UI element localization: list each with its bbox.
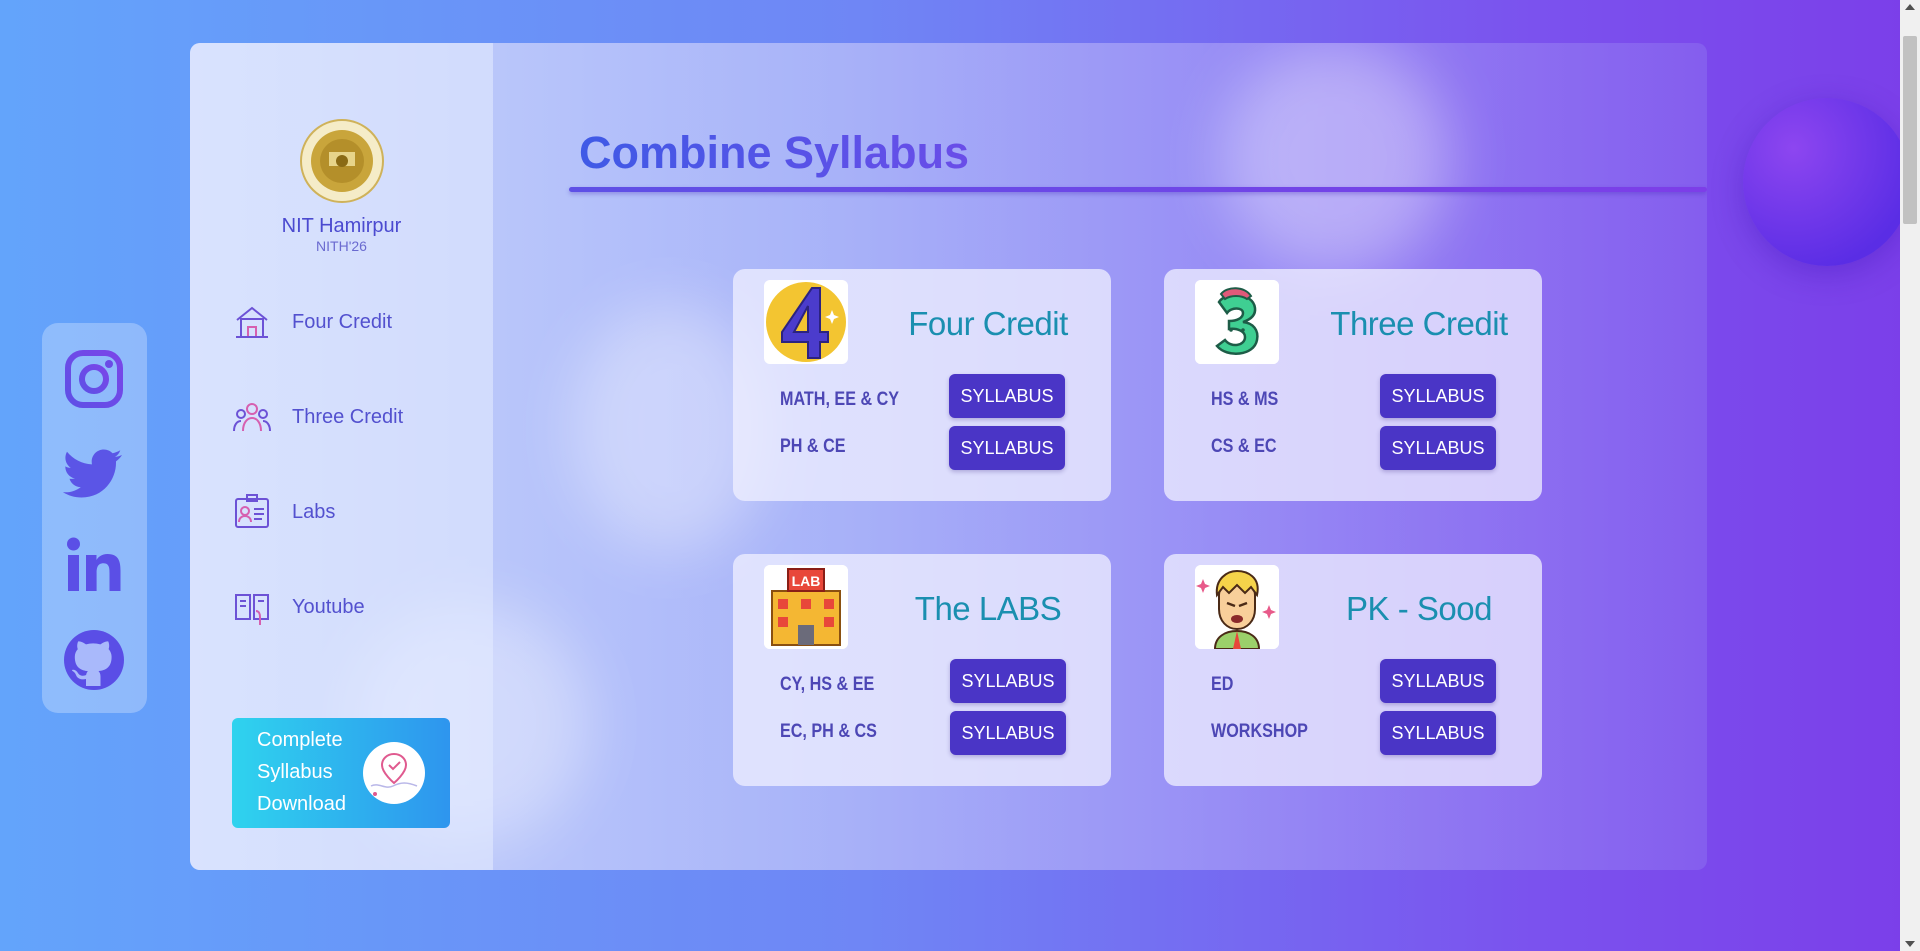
card-four-credit: Four Credit MATH, EE & CY SYLLABUS PH & … <box>733 269 1111 501</box>
syllabus-button[interactable]: SYLLABUS <box>950 711 1066 755</box>
card-three-credit: Three Credit HS & MS SYLLABUS CS & EC SY… <box>1164 269 1542 501</box>
page-title: Combine Syllabus <box>579 127 970 178</box>
card-title: Four Credit <box>908 305 1068 342</box>
syllabus-button[interactable]: SYLLABUS <box>1380 659 1496 703</box>
group-icon <box>233 403 271 432</box>
linkedin-icon[interactable] <box>62 533 126 597</box>
subject-label: WORKSHOP <box>1211 721 1308 742</box>
sidebar: NIT Hamirpur NITH'26 Four Credit Three C… <box>190 43 493 870</box>
card-image <box>1195 280 1279 364</box>
download-label-line: Syllabus <box>257 761 333 783</box>
subject-label: HS & MS <box>1211 389 1279 410</box>
nav-item-youtube[interactable]: Youtube <box>232 585 472 629</box>
nav-label: Youtube <box>292 595 365 618</box>
syllabus-button[interactable]: SYLLABUS <box>1380 711 1496 755</box>
nav-label: Four Credit <box>292 310 393 333</box>
institute-name: NIT Hamirpur <box>281 215 402 237</box>
instagram-icon[interactable] <box>62 347 126 411</box>
download-label-line: Download <box>257 793 346 815</box>
syllabus-button[interactable]: SYLLABUS <box>1380 374 1496 418</box>
title-underline <box>569 187 1707 192</box>
card-image <box>1195 565 1279 649</box>
book-icon <box>235 594 269 625</box>
subject-label: CY, HS & EE <box>780 674 875 695</box>
subject-label: MATH, EE & CY <box>780 389 900 410</box>
download-label-line: Complete <box>257 729 343 751</box>
location-check-icon <box>370 752 418 796</box>
card-image: LAB <box>764 565 848 649</box>
id-card-icon <box>235 494 269 528</box>
vertical-scrollbar[interactable] <box>1900 0 1920 951</box>
scroll-down-icon[interactable] <box>1905 941 1915 947</box>
twitter-icon[interactable] <box>62 441 126 505</box>
social-links-bar <box>42 323 147 713</box>
card-image <box>764 280 848 364</box>
syllabus-button[interactable]: SYLLABUS <box>949 426 1065 470</box>
lab-sign-text: LAB <box>792 573 821 589</box>
nav-label: Three Credit <box>292 405 404 428</box>
nav-item-four-credit[interactable]: Four Credit <box>232 300 472 344</box>
syllabus-button[interactable]: SYLLABUS <box>949 374 1065 418</box>
background-blob <box>1220 43 1450 273</box>
card-pk-sood: PK - Sood ED SYLLABUS WORKSHOP SYLLABUS <box>1164 554 1542 786</box>
nav-item-labs[interactable]: Labs <box>232 490 472 534</box>
card-title: The LABS <box>914 590 1062 627</box>
subject-label: PH & CE <box>780 436 846 457</box>
number-three-icon <box>1195 280 1279 364</box>
subject-label: ED <box>1211 674 1234 695</box>
complete-syllabus-download-button[interactable]: Complete Syllabus Download <box>232 718 450 828</box>
angry-man-icon <box>1195 565 1279 649</box>
card-title: PK - Sood <box>1346 590 1492 627</box>
subject-label: CS & EC <box>1211 436 1277 457</box>
nav-item-three-credit[interactable]: Three Credit <box>232 395 472 439</box>
scrollbar-thumb[interactable] <box>1903 36 1917 224</box>
nav-label: Labs <box>292 500 336 523</box>
main-panel: NIT Hamirpur NITH'26 Four Credit Three C… <box>190 43 1707 870</box>
card-labs: LAB The LABS CY, HS & EE SYLLABUS EC, PH… <box>733 554 1111 786</box>
syllabus-button[interactable]: SYLLABUS <box>1380 426 1496 470</box>
syllabus-button[interactable]: SYLLABUS <box>950 659 1066 703</box>
lab-building-icon: LAB <box>764 565 848 649</box>
decorative-circle <box>1743 98 1911 266</box>
download-badge <box>363 742 425 804</box>
subject-label: EC, PH & CS <box>780 721 877 742</box>
card-title: Three Credit <box>1330 305 1508 342</box>
home-icon <box>236 306 268 338</box>
institute-batch: NITH'26 <box>316 238 367 254</box>
number-four-icon <box>766 282 846 362</box>
institute-logo <box>300 119 384 203</box>
scroll-up-icon[interactable] <box>1905 4 1915 10</box>
download-label: Complete Syllabus Download <box>257 724 377 820</box>
github-icon[interactable] <box>62 628 126 692</box>
